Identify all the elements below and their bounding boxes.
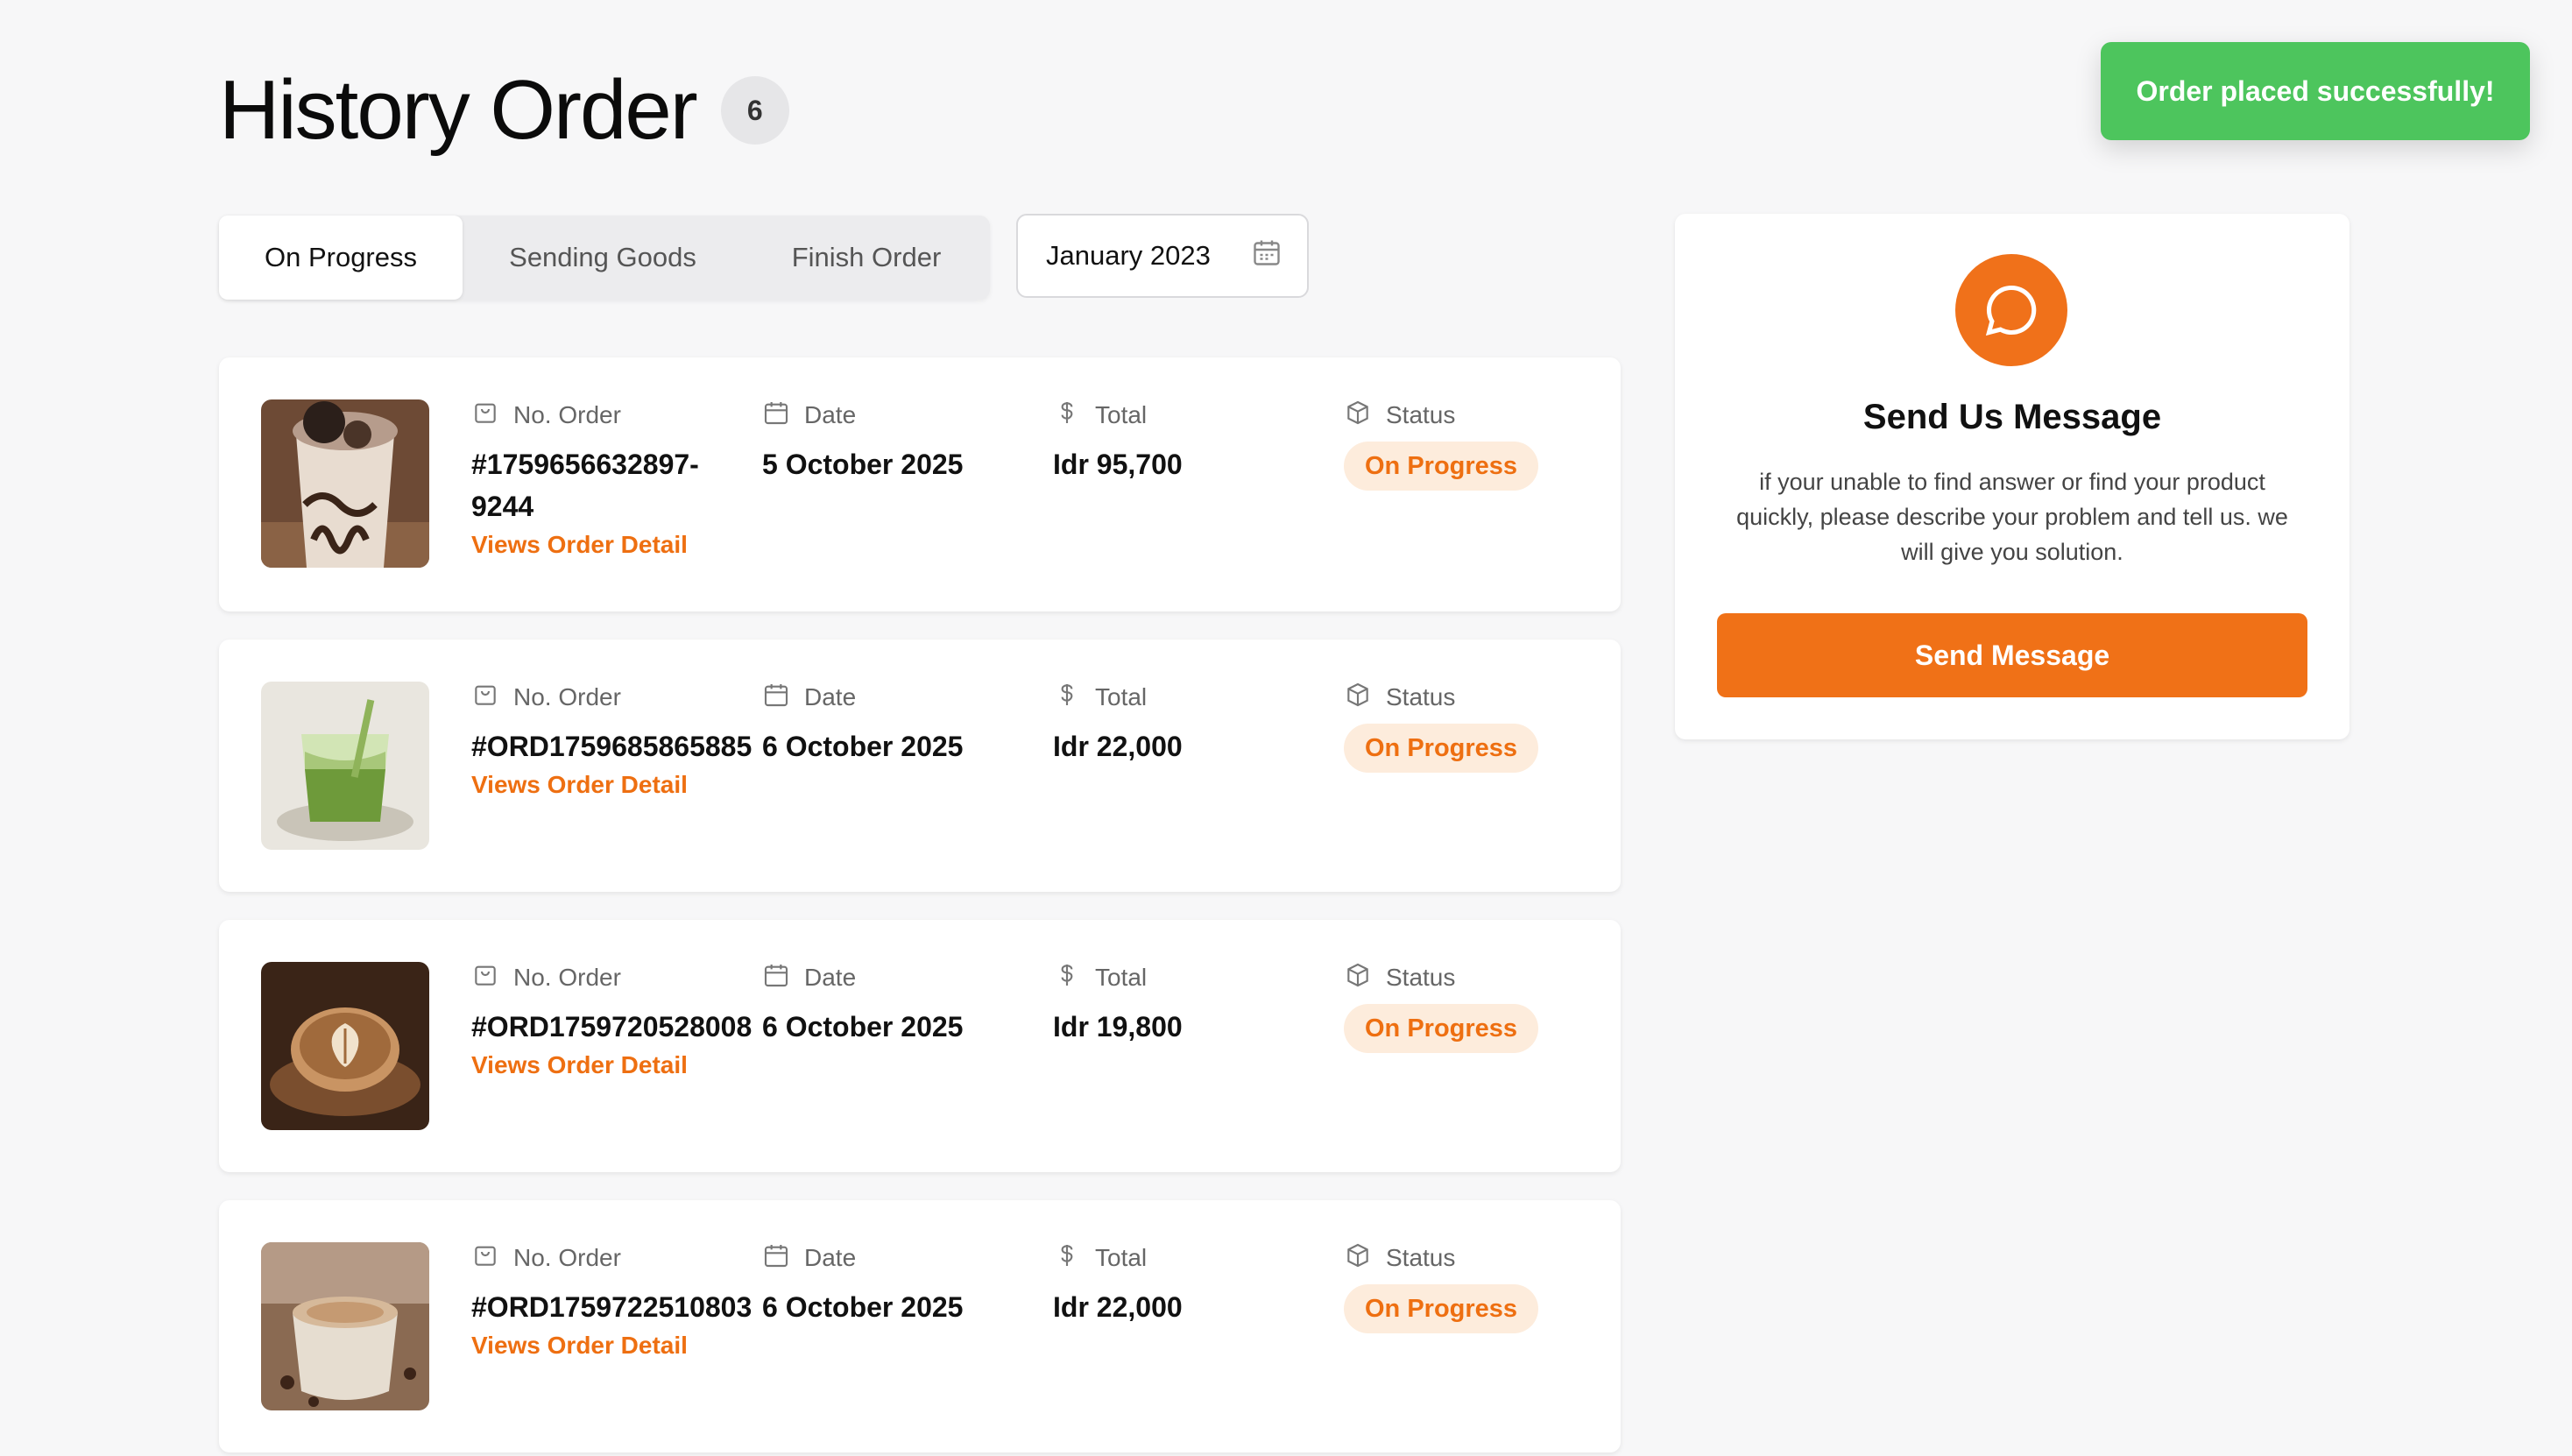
status-badge: On Progress xyxy=(1344,1004,1539,1053)
order-number: #ORD1759685865885 xyxy=(471,731,753,762)
order-product-image xyxy=(261,682,429,850)
date-label: Date xyxy=(804,1244,857,1271)
order-status-column: Status On Progress xyxy=(1344,962,1589,1053)
order-date: 6 October 2025 xyxy=(762,1291,964,1323)
view-order-detail-link[interactable]: Views Order Detail xyxy=(471,531,752,559)
order-date: 6 October 2025 xyxy=(762,1011,964,1043)
order-date-column: Date 6 October 2025 xyxy=(762,682,1025,767)
send-message-button[interactable]: Send Message xyxy=(1717,613,2307,697)
box-icon xyxy=(1344,399,1372,433)
status-badge: On Progress xyxy=(1344,1284,1539,1333)
calendar-icon xyxy=(762,961,790,995)
view-order-detail-link[interactable]: Views Order Detail xyxy=(471,771,769,799)
order-total: Idr 95,700 xyxy=(1053,449,1183,480)
month-picker[interactable]: January 2023 xyxy=(1016,214,1309,298)
calendar-icon xyxy=(762,681,790,715)
order-total: Idr 19,800 xyxy=(1053,1011,1183,1043)
order-date-column: Date 6 October 2025 xyxy=(762,1242,1025,1328)
tab-on-progress[interactable]: On Progress xyxy=(219,216,463,300)
order-number: #ORD1759722510803 xyxy=(471,1291,753,1323)
order-date: 6 October 2025 xyxy=(762,731,964,762)
tab-finish-order[interactable]: Finish Order xyxy=(743,216,990,300)
order-product-image xyxy=(261,1242,429,1410)
bag-icon xyxy=(471,681,499,715)
total-label: Total xyxy=(1095,401,1148,428)
dollar-icon xyxy=(1053,961,1081,995)
order-number-column: No. Order #ORD1759722510803 Views Order … xyxy=(471,1242,769,1360)
calendar-icon xyxy=(762,1241,790,1276)
box-icon xyxy=(1344,1241,1372,1276)
order-number: #ORD1759720528008 xyxy=(471,1011,753,1043)
view-order-detail-link[interactable]: Views Order Detail xyxy=(471,1332,769,1360)
dollar-icon xyxy=(1053,399,1081,433)
status-label: Status xyxy=(1386,683,1456,710)
order-total: Idr 22,000 xyxy=(1053,1291,1183,1323)
order-card: No. Order #ORD1759685865885 Views Order … xyxy=(219,640,1621,892)
calendar-icon xyxy=(1251,237,1282,275)
dollar-icon xyxy=(1053,1241,1081,1276)
calendar-icon xyxy=(762,399,790,433)
tab-sending-goods[interactable]: Sending Goods xyxy=(463,216,743,300)
order-status-column: Status On Progress xyxy=(1344,1242,1589,1333)
status-badge: On Progress xyxy=(1344,442,1539,491)
order-total-column: Total Idr 22,000 xyxy=(1053,682,1316,767)
order-status-tabs: On Progress Sending Goods Finish Order xyxy=(219,216,990,300)
order-number-column: No. Order #1759656632897-9244 Views Orde… xyxy=(471,399,752,559)
order-number-label: No. Order xyxy=(513,401,621,428)
box-icon xyxy=(1344,681,1372,715)
order-number-column: No. Order #ORD1759720528008 Views Order … xyxy=(471,962,769,1079)
bag-icon xyxy=(471,961,499,995)
order-number-label: No. Order xyxy=(513,1244,621,1271)
status-badge: On Progress xyxy=(1344,724,1539,773)
bag-icon xyxy=(471,399,499,433)
send-message-description: if your unable to find answer or find yo… xyxy=(1736,469,2288,565)
dollar-icon xyxy=(1053,681,1081,715)
total-label: Total xyxy=(1095,1244,1148,1271)
box-icon xyxy=(1344,961,1372,995)
status-label: Status xyxy=(1386,1244,1456,1271)
bag-icon xyxy=(471,1241,499,1276)
order-total-column: Total Idr 95,700 xyxy=(1053,399,1316,485)
date-label: Date xyxy=(804,401,857,428)
order-number-column: No. Order #ORD1759685865885 Views Order … xyxy=(471,682,769,799)
page-header: History Order 6 xyxy=(219,68,789,152)
total-label: Total xyxy=(1095,683,1148,710)
page-title: History Order xyxy=(219,63,698,157)
date-label: Date xyxy=(804,964,857,991)
order-number-label: No. Order xyxy=(513,964,621,991)
order-count-badge: 6 xyxy=(720,76,789,145)
order-number-label: No. Order xyxy=(513,683,621,710)
order-date-column: Date 5 October 2025 xyxy=(762,399,1025,485)
order-total-column: Total Idr 19,800 xyxy=(1053,962,1316,1048)
order-card: No. Order #ORD1759722510803 Views Order … xyxy=(219,1200,1621,1452)
order-total-column: Total Idr 22,000 xyxy=(1053,1242,1316,1328)
order-card: No. Order #1759656632897-9244 Views Orde… xyxy=(219,357,1621,611)
order-status-column: Status On Progress xyxy=(1344,399,1589,491)
order-product-image xyxy=(261,962,429,1130)
order-date: 5 October 2025 xyxy=(762,449,964,480)
send-message-title: Send Us Message xyxy=(1862,398,2162,436)
status-label: Status xyxy=(1386,964,1456,991)
view-order-detail-link[interactable]: Views Order Detail xyxy=(471,1051,769,1079)
month-picker-value: January 2023 xyxy=(1046,240,1211,271)
status-label: Status xyxy=(1386,401,1456,428)
order-total: Idr 22,000 xyxy=(1053,731,1183,762)
order-date-column: Date 6 October 2025 xyxy=(762,962,1025,1048)
order-product-image xyxy=(261,399,429,568)
chat-bubble-icon xyxy=(1955,254,2067,366)
total-label: Total xyxy=(1095,964,1148,991)
order-status-column: Status On Progress xyxy=(1344,682,1589,773)
send-message-card: Send Us Message if your unable to find a… xyxy=(1675,214,2349,739)
success-toast: Order placed successfully! xyxy=(2101,42,2530,140)
date-label: Date xyxy=(804,683,857,710)
order-number: #1759656632897-9244 xyxy=(471,449,699,522)
order-card: No. Order #ORD1759720528008 Views Order … xyxy=(219,920,1621,1172)
